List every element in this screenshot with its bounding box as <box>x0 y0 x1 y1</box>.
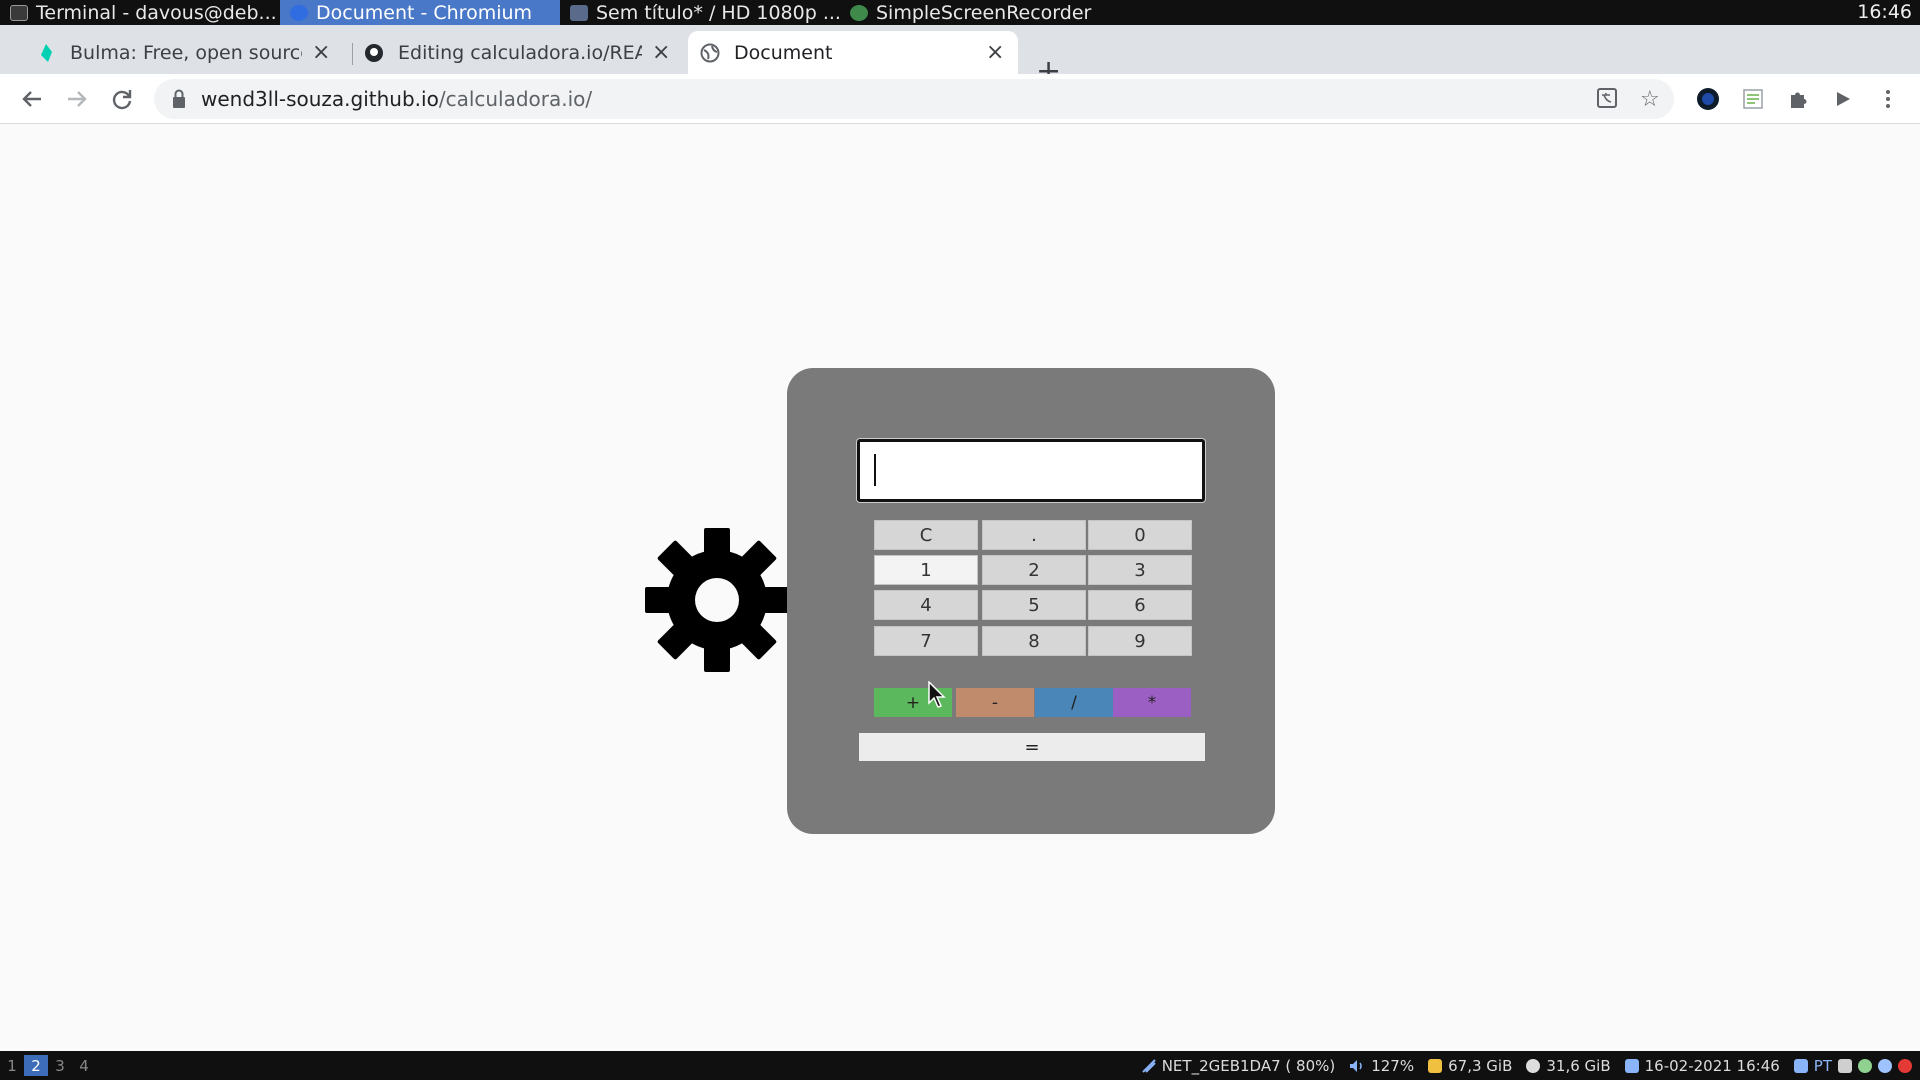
back-button[interactable] <box>17 84 47 114</box>
recorder-icon <box>850 4 868 21</box>
settings-icon[interactable] <box>1878 1058 1892 1073</box>
mouse-pointer-icon <box>928 681 946 708</box>
bulma-icon <box>41 43 52 62</box>
key-5[interactable]: 5 <box>982 590 1086 620</box>
clock: 16:46 <box>1857 1 1912 23</box>
media-extension-icon[interactable] <box>1830 86 1856 112</box>
key-8[interactable]: 8 <box>982 626 1086 656</box>
reload-icon <box>112 90 132 110</box>
forward-button[interactable] <box>62 84 92 114</box>
task-label: Document - Chromium <box>316 1 533 24</box>
window-icon[interactable] <box>1793 1058 1808 1073</box>
address-bar[interactable]: wend3ll-souza.github.io/calculadora.io/ … <box>154 79 1674 119</box>
wifi-icon <box>1141 1058 1156 1073</box>
record-icon[interactable] <box>1898 1058 1912 1073</box>
disk-label: 31,6 GiB <box>1546 1056 1611 1075</box>
subtract-button[interactable]: - <box>956 688 1034 717</box>
arrow-left-icon <box>22 91 41 107</box>
gear-icon[interactable] <box>645 528 789 672</box>
equals-button[interactable]: = <box>859 733 1205 761</box>
task-label: SimpleScreenRecorder <box>876 1 1092 24</box>
reader-extension-icon[interactable] <box>1740 86 1766 112</box>
url-path: /calculadora.io/ <box>438 87 593 111</box>
datetime-indicator[interactable]: 16-02-2021 16:46 <box>1624 1056 1780 1075</box>
github-icon <box>365 43 383 62</box>
workspace-2[interactable]: 2 <box>24 1055 48 1076</box>
volume-indicator[interactable]: 127% <box>1349 1057 1414 1075</box>
network-label: NET_2GEB1DA7 ( 80%) <box>1161 1056 1336 1075</box>
key-6[interactable]: 6 <box>1088 590 1192 620</box>
disk-icon <box>1526 1058 1541 1073</box>
system-tray: NET_2GEB1DA7 ( 80%) 127% 67,3 GiB 31,6 G… <box>1141 1051 1912 1080</box>
reload-button[interactable] <box>107 84 137 114</box>
speaker-icon <box>1350 1059 1362 1072</box>
close-icon[interactable]: × <box>986 40 1004 65</box>
tab-document[interactable]: Document × <box>688 31 1018 74</box>
tab-strip: Bulma: Free, open source, × Editing calc… <box>0 25 1920 87</box>
close-icon[interactable]: × <box>652 40 670 65</box>
datetime-label: 16-02-2021 16:46 <box>1644 1056 1780 1075</box>
bottom-panel: 1 2 3 4 NET_2GEB1DA7 ( 80%) 127% 67,3 Gi… <box>0 1051 1920 1080</box>
multiply-button[interactable]: * <box>1113 688 1191 717</box>
tab-title: Bulma: Free, open source, <box>70 41 302 64</box>
top-taskbar: Terminal - davous@deb... Document - Chro… <box>0 0 1920 25</box>
key-decimal[interactable]: . <box>982 520 1086 550</box>
translate-icon[interactable] <box>1596 87 1618 115</box>
arrow-right-icon <box>68 91 87 107</box>
editor-icon <box>570 4 588 21</box>
updates-icon[interactable] <box>1838 1058 1852 1073</box>
task-recorder[interactable]: SimpleScreenRecorder <box>840 0 1100 25</box>
key-0[interactable]: 0 <box>1088 520 1192 550</box>
folder-icon <box>1428 1058 1443 1073</box>
text-caret <box>874 454 876 486</box>
task-label: Terminal - davous@deb... <box>36 1 277 24</box>
chromium-icon <box>290 4 308 21</box>
task-editor[interactable]: Sem título* / HD 1080p ... <box>560 0 840 25</box>
key-4[interactable]: 4 <box>874 590 978 620</box>
locale-label[interactable]: PT <box>1814 1057 1832 1075</box>
key-2[interactable]: 2 <box>982 555 1086 585</box>
url-host: wend3ll-souza.github.io <box>201 87 439 111</box>
key-9[interactable]: 9 <box>1088 626 1192 656</box>
key-7[interactable]: 7 <box>874 626 978 656</box>
disk-indicator-1[interactable]: 67,3 GiB <box>1428 1057 1512 1075</box>
calculator: C . 0 1 2 3 4 5 6 7 8 9 + - / * = <box>787 368 1275 834</box>
page-viewport: C . 0 1 2 3 4 5 6 7 8 9 + - / * = <box>0 125 1920 1051</box>
disk-indicator-2[interactable]: 31,6 GiB <box>1526 1056 1611 1075</box>
profile-avatar-icon[interactable] <box>1695 86 1721 112</box>
key-3[interactable]: 3 <box>1088 555 1192 585</box>
extensions-puzzle-icon[interactable] <box>1785 86 1811 112</box>
tab-bulma[interactable]: Bulma: Free, open source, × <box>24 31 344 74</box>
tab-title: Document <box>734 41 833 64</box>
task-chromium[interactable]: Document - Chromium <box>280 0 560 25</box>
leaf-icon[interactable] <box>1858 1058 1872 1073</box>
volume-label: 127% <box>1371 1056 1415 1075</box>
tray-icons: PT <box>1793 1057 1912 1075</box>
task-label: Sem título* / HD 1080p ... <box>596 1 840 24</box>
workspace-3[interactable]: 3 <box>48 1055 72 1076</box>
tab-title: Editing calculadora.io/README <box>398 41 642 64</box>
menu-dots-icon[interactable] <box>1875 86 1901 112</box>
lock-icon <box>173 89 185 108</box>
key-1[interactable]: 1 <box>874 555 978 585</box>
tab-github[interactable]: Editing calculadora.io/README × <box>352 31 684 74</box>
calendar-icon <box>1624 1058 1639 1073</box>
terminal-icon <box>10 4 28 21</box>
divide-button[interactable]: / <box>1035 688 1113 717</box>
disk-label: 67,3 GiB <box>1448 1056 1513 1075</box>
workspace-4[interactable]: 4 <box>72 1055 96 1076</box>
key-clear[interactable]: C <box>874 520 978 550</box>
close-icon[interactable]: × <box>312 40 330 65</box>
calculator-display[interactable] <box>857 439 1205 502</box>
globe-icon <box>700 43 720 62</box>
network-indicator[interactable]: NET_2GEB1DA7 ( 80%) <box>1141 1056 1336 1075</box>
url-text: wend3ll-souza.github.io/calculadora.io/ <box>201 87 592 111</box>
workspace-1[interactable]: 1 <box>0 1055 24 1076</box>
browser-toolbar: wend3ll-souza.github.io/calculadora.io/ … <box>0 74 1920 124</box>
task-terminal[interactable]: Terminal - davous@deb... <box>0 0 280 25</box>
bookmark-star-icon[interactable]: ☆ <box>1640 87 1660 112</box>
